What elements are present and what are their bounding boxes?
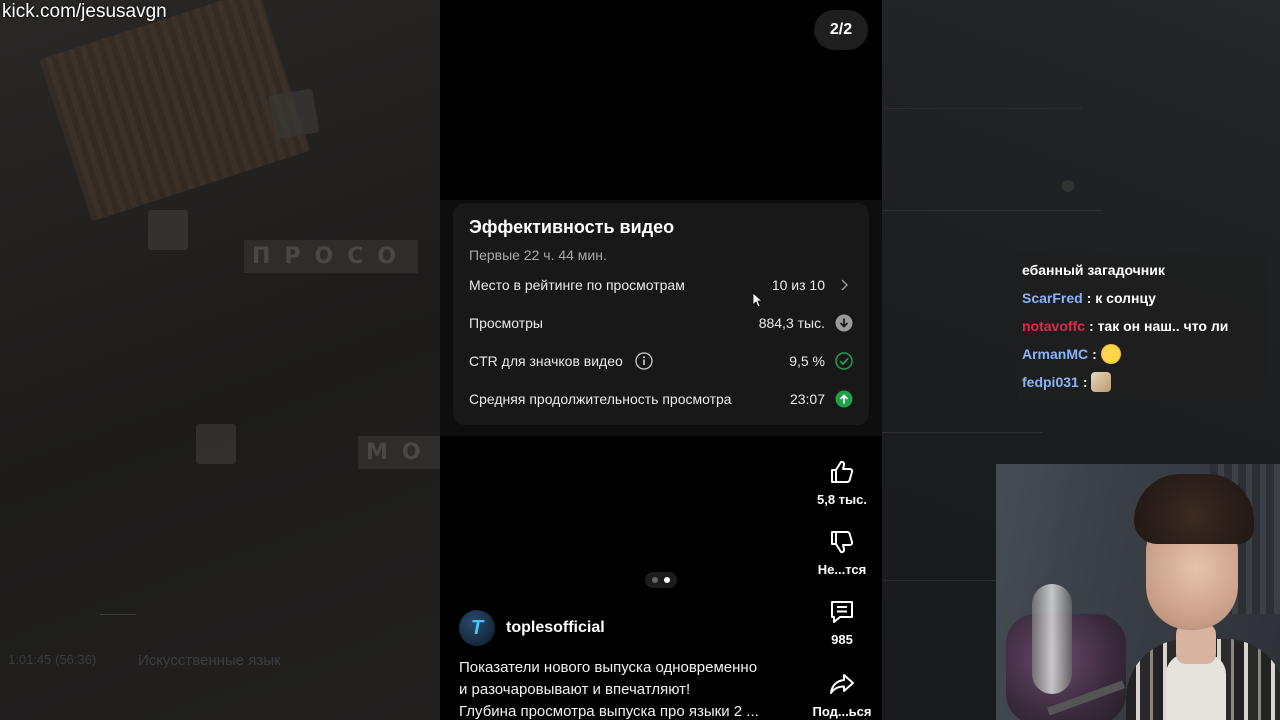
channel-name[interactable]: toplesofficial [506,619,605,637]
webcam-streamer-neck [1176,624,1216,664]
chat-message: ArmanMC : [1022,340,1262,368]
blurred-background-left: ПРОСО МО 1:01:45 (56:36) Искусственные я… [0,0,443,720]
chat-username: notavoffc [1022,318,1085,334]
blurred-letters: МО [358,436,443,469]
blurred-caption: Искусственные язык [138,652,281,669]
stat-row-rank: Место в рейтинге по просмотрам 10 из 10 [469,273,853,297]
divider [882,210,1102,211]
stat-label: CTR для значков видео [469,353,623,369]
dislike-label: Не...тся [817,562,867,577]
stat-row-views: Просмотры 884,3 тыс. [469,311,853,335]
chat-message: notavoffc : так он наш.. что ли [1022,312,1262,340]
channel-watermark: kick.com/jesusavgn [2,1,167,22]
share-icon [830,674,854,694]
post-description[interactable]: Показатели нового выпуска одновременно и… [459,657,819,720]
card-subtitle: Первые 22 ч. 44 мин. [469,247,607,263]
divider [882,432,1042,433]
shorts-player[interactable]: 2/2 Эффективность видео Первые 22 ч. 44 … [440,0,882,720]
info-icon[interactable] [635,352,653,370]
chevron-right-icon [835,276,853,294]
arrow-down-circle-icon [835,314,853,332]
letter-tile [268,88,320,140]
like-count: 5,8 тыс. [817,492,867,507]
stat-value: 10 из 10 [771,277,825,293]
webcam-microphone [1032,584,1072,694]
pager-dot[interactable] [652,577,658,583]
chat-text: : к солнцу [1086,290,1156,306]
channel-info[interactable]: T toplesofficial [459,610,605,646]
bookshelf-shape [39,0,311,222]
blurred-progress [100,614,136,615]
chat-message: fedpi031 : [1022,368,1262,396]
share-button[interactable]: Под...ься [804,670,880,719]
dislike-button[interactable]: Не...тся [804,528,880,577]
stream-chat: ебанный загадочник ScarFred : к солнцу n… [1018,254,1268,400]
stat-label: Место в рейтинге по просмотрам [469,277,685,293]
webcam-streamer-hair [1134,474,1254,544]
chat-username: fedpi031 [1022,374,1079,390]
chat-username: ScarFred [1022,290,1083,306]
stat-value: 884,3 тыс. [758,315,825,331]
letter-tile [196,424,236,464]
channel-avatar[interactable]: T [459,610,495,646]
thinking-emote [1100,344,1121,364]
chat-text: : так он наш.. что ли [1089,318,1229,334]
card-title: Эффективность видео [469,217,675,237]
stat-value: 23:07 [789,391,825,407]
like-button[interactable]: 5,8 тыс. [804,458,880,507]
blurred-timestamp: 1:01:45 (56:36) [8,652,97,667]
stream-frame: ПРОСО МО 1:01:45 (56:36) Искусственные я… [0,0,1280,720]
chat-username: ArmanMC [1022,346,1089,362]
stat-label: Просмотры [469,315,543,331]
video-performance-card: Эффективность видео Первые 22 ч. 44 мин.… [453,203,869,425]
blurred-dot [1062,180,1074,192]
chat-message: ScarFred : к солнцу [1022,284,1262,312]
share-label: Под...ься [812,704,872,719]
divider [882,108,1082,109]
description-line: и разочаровывают и впечатляют! [459,681,691,698]
description-line: Глубина просмотра выпуска про языки 2 ..… [459,703,759,720]
stat-row-ctr: CTR для значков видео 9,5 % [469,349,853,373]
page-counter: 2/2 [814,10,868,50]
mouse-cursor-icon [752,292,762,308]
thumbs-down-icon [831,531,854,554]
blurred-letters: ПРОСО [244,240,419,273]
comments-button[interactable]: 985 [804,598,880,647]
pager-dot-active[interactable] [664,577,670,583]
cat-emote [1091,372,1112,392]
stat-row-avg-duration: Средняя продолжительность просмотра 23:0… [469,387,853,411]
description-line: Показатели нового выпуска одновременно [459,659,758,676]
arrow-up-circle-icon [835,390,853,408]
streamer-webcam [996,464,1280,720]
chat-message: ебанный загадочник [1022,256,1262,284]
check-circle-icon [835,352,853,370]
chat-text: ебанный загадочник [1022,262,1165,278]
stat-label: Средняя продолжительность просмотра [469,391,732,407]
letter-tile [148,210,188,250]
comment-count: 985 [831,632,853,647]
image-pager[interactable] [645,572,677,588]
comment-icon [831,601,853,623]
thumbs-up-icon [831,460,854,483]
stat-value: 9,5 % [789,353,825,369]
